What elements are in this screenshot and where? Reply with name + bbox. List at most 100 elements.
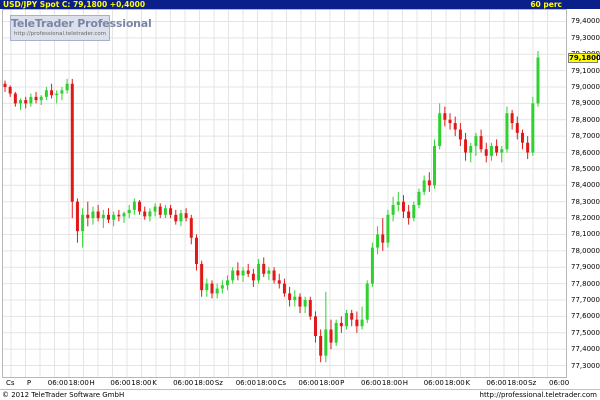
candle-body [153,206,157,212]
candle-body [396,201,400,205]
candle-body [262,263,266,274]
candle-body [355,319,359,327]
candle-down [13,91,17,107]
candle-body [464,139,468,153]
candle-up [215,283,219,299]
candle-down [458,123,462,146]
x-tick-label: 18:00 [507,379,528,387]
candle-body [510,113,514,124]
candle-body [8,87,12,94]
candle-body [469,145,473,153]
candle-body [422,180,426,192]
candle-body [19,100,23,104]
candle-body [329,329,333,343]
candle-up [127,204,131,219]
y-tick-label: 77,4000 [571,345,600,354]
candle-body [179,213,183,222]
x-tick-label: 18:00 [256,379,277,387]
candle-down [407,204,411,225]
candle-body [65,83,69,91]
candle-down [520,129,524,150]
candle-down [24,96,28,109]
candle-down [288,286,292,307]
candle-down [381,218,385,251]
x-tick-label: P [26,379,32,387]
candle-body [433,145,437,186]
y-tick-label: 79,1000 [571,66,600,75]
candle-body [101,214,105,219]
candle-body [526,142,530,153]
x-tick-label: Sz [528,379,537,387]
y-tick-label: 78,8000 [571,115,600,124]
candle-body [458,129,462,140]
y-tick-label: 77,9000 [571,263,600,272]
candle-up [101,209,105,228]
y-tick-label: 78,0000 [571,246,600,255]
time-axis: Cs P 06:00 18:00 H 06:00 18:00 K 06:00 18:00 Sz 06:… [0,378,569,389]
candle-down [479,129,483,153]
candle-body [324,329,328,356]
candle-body [365,283,369,320]
y-tick-label: 78,7000 [571,132,600,141]
candle-body [360,319,364,327]
candle-body [376,234,380,248]
candlestick-chart[interactable] [0,9,568,378]
x-tick-label: 18:00 [131,379,152,387]
candle-up [417,188,421,209]
y-tick-label: 77,7000 [571,295,600,304]
candle-down [355,311,359,333]
y-tick-label: 77,5000 [571,328,600,337]
candle-body [303,299,307,307]
x-tick-label: 06:00 [110,379,131,387]
candle-body [251,273,255,281]
x-tick-label: 06:00 [47,379,68,387]
y-tick-label: 78,3000 [571,197,600,206]
candle-down [339,316,343,333]
y-tick-label: 78,1000 [571,230,600,239]
candle-up [122,211,126,223]
y-tick-label: 78,5000 [571,164,600,173]
candle-down [50,83,54,99]
candle-body [334,322,338,343]
candle-body [272,270,276,281]
candle-body [220,285,224,289]
candle-up [220,280,224,294]
candle-down [106,208,110,223]
change-value: C: 79,1800 +0,4000 [61,0,146,9]
candle-up [422,175,426,196]
candle-up [469,142,473,163]
candle-down [117,209,121,222]
candle-body [479,136,483,150]
candle-body [500,149,504,153]
candle-up [376,226,380,255]
copyright-text: © 2012 TeleTrader Software GmbH [2,391,125,399]
candle-body [200,263,204,291]
candle-up [438,103,442,150]
candle-down [308,296,312,320]
candle-up [19,98,23,110]
candle-body [81,214,85,232]
candle-down [194,234,198,271]
candle-body [148,211,152,217]
candle-body [531,103,535,153]
x-tick-label: 06:00 [486,379,507,387]
candle-body [246,270,250,274]
candle-up [179,209,183,227]
candle-body [386,214,390,243]
candle-up [334,319,338,346]
candle-body [453,123,457,130]
x-tick-label: K [465,379,471,387]
candle-down [251,268,255,287]
x-tick-label: 18:00 [319,379,340,387]
candle-up [91,206,95,225]
candle-body [86,214,90,219]
candle-body [345,313,349,327]
candle-body [169,208,173,215]
candle-up [205,278,209,297]
candle-up [231,267,235,284]
candle-up [303,296,307,314]
candle-body [34,96,38,101]
y-tick-label: 78,6000 [571,148,600,157]
candle-body [24,100,28,104]
x-tick-label: 06:00 [298,379,319,387]
